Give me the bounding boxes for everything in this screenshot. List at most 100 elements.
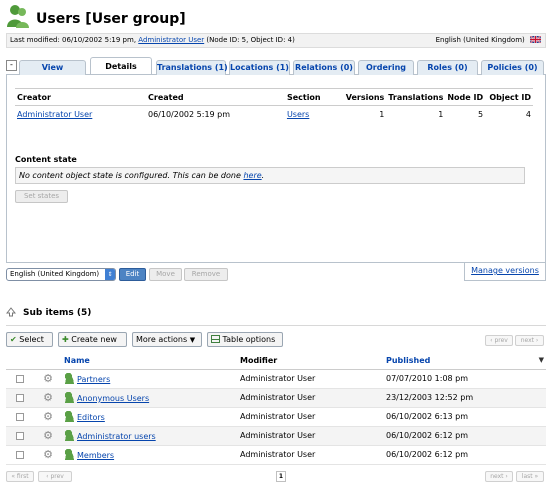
- row-checkbox[interactable]: [16, 450, 24, 459]
- col-modifier[interactable]: Modifier: [238, 353, 384, 370]
- row-checkbox[interactable]: [16, 374, 24, 383]
- user-group-icon: [64, 373, 75, 384]
- collapse-toggle[interactable]: -: [6, 60, 17, 71]
- checkmark-icon: ✔: [10, 335, 17, 344]
- section-link[interactable]: Users: [287, 110, 309, 119]
- remove-button[interactable]: Remove: [184, 268, 228, 281]
- col-name[interactable]: Name: [62, 353, 238, 370]
- col-checkbox: [6, 353, 34, 370]
- tab-details[interactable]: Details: [90, 57, 152, 74]
- gear-icon[interactable]: ⚙: [43, 410, 53, 423]
- manage-versions-link[interactable]: Manage versions: [471, 266, 539, 275]
- content-state-here-link[interactable]: here: [243, 171, 261, 180]
- table-options-button[interactable]: Table options: [207, 332, 283, 347]
- col-published-label: Published: [386, 356, 431, 366]
- modifier-link[interactable]: Administrator User: [138, 36, 204, 44]
- col-section: Section: [284, 88, 344, 106]
- row-modifier: Administrator User: [238, 407, 384, 427]
- select-label: Select: [19, 335, 44, 344]
- row-modifier: Administrator User: [238, 445, 384, 465]
- move-button[interactable]: Move: [149, 268, 182, 281]
- row-published: 06/10/2002 6:13 pm: [384, 407, 546, 427]
- manage-versions-tab[interactable]: Manage versions: [464, 263, 546, 281]
- up-arrow-icon[interactable]: [6, 307, 16, 317]
- details-header-row: Creator Created Section Versions Transla…: [15, 88, 533, 106]
- tab-bar: - View Details Translations (1) Location…: [6, 57, 546, 75]
- table-icon: [211, 335, 220, 343]
- table-row: ⚙ Editors Administrator User 06/10/2002 …: [6, 407, 546, 427]
- creator-link[interactable]: Administrator User: [17, 110, 92, 119]
- row-published: 23/12/2003 12:52 pm: [384, 388, 546, 408]
- top-next-button[interactable]: next ›: [515, 335, 544, 346]
- top-prev-button[interactable]: ‹ prev: [485, 335, 513, 346]
- tab-locations[interactable]: Locations (1): [229, 60, 290, 75]
- tab-policies[interactable]: Policies (0): [481, 60, 544, 75]
- tab-view[interactable]: View: [19, 60, 86, 75]
- gear-icon[interactable]: ⚙: [43, 448, 53, 461]
- modified-prefix: Last modified: 06/10/2002 5:19 pm,: [10, 36, 137, 44]
- edit-button[interactable]: Edit: [119, 268, 146, 281]
- col-versions: Versions: [343, 88, 387, 106]
- row-checkbox[interactable]: [16, 431, 24, 440]
- node-id-value: 5: [478, 110, 484, 120]
- uk-flag-icon: [530, 36, 541, 43]
- sub-items-table: Name Modifier Published ▼ ⚙ Partners Adm…: [6, 353, 546, 465]
- last-page-button[interactable]: last »: [516, 471, 544, 482]
- tab-ordering[interactable]: Ordering: [358, 60, 414, 75]
- table-row: ⚙ Anonymous Users Administrator User 23/…: [6, 388, 546, 408]
- versions-value: 1: [379, 110, 385, 120]
- row-name-link[interactable]: Members: [77, 451, 114, 460]
- row-modifier: Administrator User: [238, 426, 384, 446]
- gear-icon[interactable]: ⚙: [43, 372, 53, 385]
- created-value: 06/10/2002 5:19 pm: [148, 110, 231, 120]
- current-page[interactable]: 1: [276, 471, 286, 482]
- col-created: Created: [146, 88, 285, 106]
- set-states-button[interactable]: Set states: [15, 190, 68, 203]
- tab-roles[interactable]: Roles (0): [417, 60, 478, 75]
- col-published[interactable]: Published ▼: [384, 353, 546, 370]
- first-page-button[interactable]: « first: [6, 471, 34, 482]
- tab-relations[interactable]: Relations (0): [293, 60, 355, 75]
- col-creator: Creator: [15, 88, 146, 106]
- gear-icon[interactable]: ⚙: [43, 391, 53, 404]
- gear-icon[interactable]: ⚙: [43, 429, 53, 442]
- language-label: English (United Kingdom): [435, 36, 525, 44]
- chevron-down-icon: ▼: [189, 336, 196, 344]
- row-modifier: Administrator User: [238, 388, 384, 408]
- create-new-button[interactable]: ✚ Create new: [58, 332, 127, 347]
- select-button[interactable]: ✔ Select: [6, 332, 53, 347]
- content-state-message: No content object state is configured. T…: [15, 167, 525, 184]
- sub-items-header: Sub items (5): [6, 307, 546, 322]
- row-checkbox[interactable]: [16, 393, 24, 402]
- col-translations: Translations: [386, 88, 446, 106]
- bottom-pager: « first ‹ prev 1 next › last »: [6, 471, 546, 484]
- page-title: Users [User group]: [36, 11, 186, 27]
- details-panel: Creator Created Section Versions Transla…: [6, 75, 546, 263]
- row-name-link[interactable]: Anonymous Users: [77, 394, 149, 403]
- table-row: ⚙ Members Administrator User 06/10/2002 …: [6, 445, 546, 465]
- language-select[interactable]: English (United Kingdom) ⇕: [6, 268, 116, 281]
- col-menu: [34, 353, 62, 370]
- tab-translations[interactable]: Translations (1): [156, 60, 228, 75]
- next-page-button[interactable]: next ›: [485, 471, 513, 482]
- object-id-value: 4: [525, 110, 531, 120]
- row-name-link[interactable]: Editors: [77, 413, 105, 422]
- select-arrows-icon: ⇕: [105, 269, 115, 280]
- row-checkbox[interactable]: [16, 412, 24, 421]
- details-row: Administrator User 06/10/2002 5:19 pm Us…: [15, 106, 533, 124]
- language-indicator: English (United Kingdom): [436, 34, 541, 47]
- row-name-link[interactable]: Partners: [77, 375, 110, 384]
- more-actions-button[interactable]: More actions ▼: [132, 332, 202, 347]
- table-row: ⚙ Partners Administrator User 07/07/2010…: [6, 369, 546, 389]
- translations-value: 1: [438, 110, 444, 120]
- table-row: ⚙ Administrator users Administrator User…: [6, 426, 546, 446]
- content-state-text: No content object state is configured. T…: [19, 171, 241, 180]
- user-group-icon: [7, 5, 29, 28]
- row-name-link[interactable]: Administrator users: [77, 432, 156, 441]
- row-published: 06/10/2002 6:12 pm: [384, 445, 546, 465]
- sort-down-icon[interactable]: ▼: [539, 356, 544, 364]
- row-published: 07/07/2010 1:08 pm: [384, 369, 546, 389]
- details-table: Creator Created Section Versions Transla…: [15, 88, 533, 124]
- user-group-icon: [64, 449, 75, 460]
- prev-page-button[interactable]: ‹ prev: [38, 471, 72, 482]
